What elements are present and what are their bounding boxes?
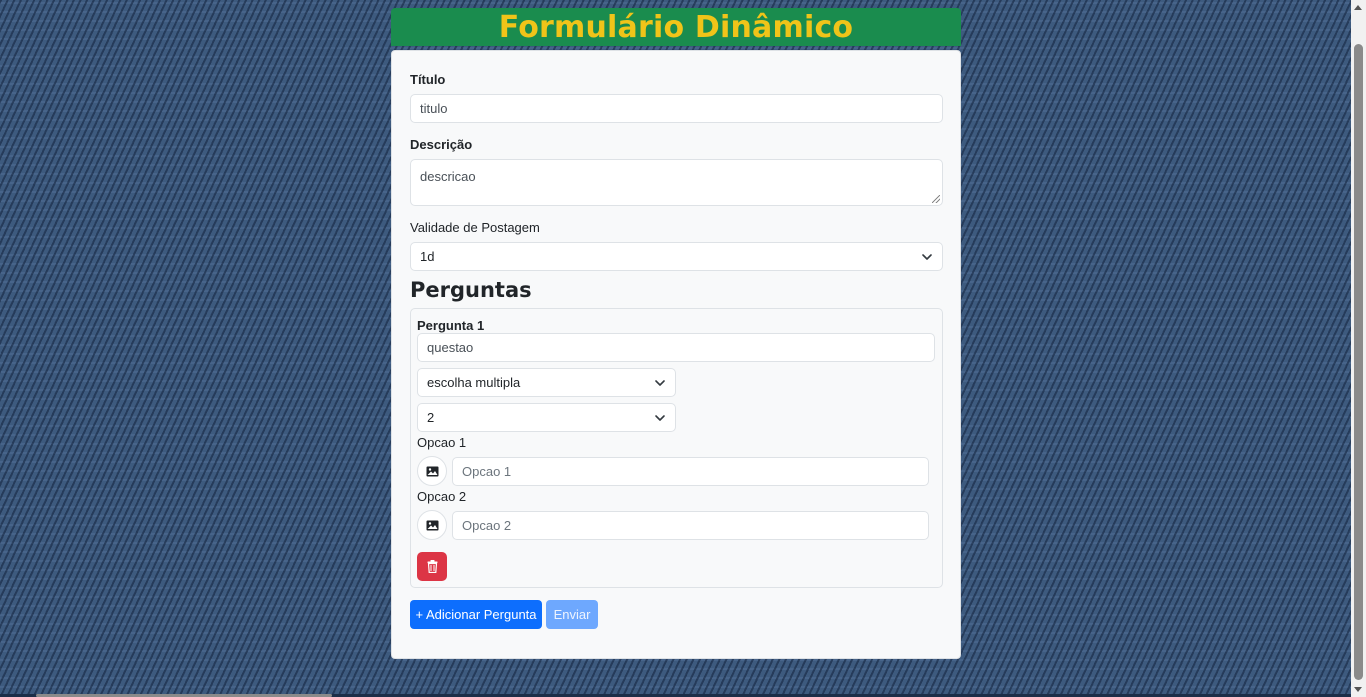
submit-button[interactable]: Enviar <box>546 600 598 629</box>
trash-icon <box>427 560 437 573</box>
description-textarea[interactable]: descricao <box>410 159 943 206</box>
chevron-down-icon <box>655 414 665 421</box>
question-text-value: questao <box>427 340 474 355</box>
scrollbar-thumb[interactable] <box>1354 44 1363 680</box>
title-input[interactable]: titulo <box>410 94 943 123</box>
option-1-image-button[interactable] <box>417 456 447 486</box>
question-type-value: escolha multipla <box>427 375 521 390</box>
page-title: Formulário Dinâmico <box>498 9 854 45</box>
title-label: Título <box>410 72 446 87</box>
option-2-input[interactable]: Opcao 2 <box>452 511 929 540</box>
questions-section-title: Perguntas <box>410 278 532 302</box>
add-question-button[interactable]: + Adicionar Pergunta <box>410 600 542 629</box>
scroll-down-arrow-icon[interactable] <box>1354 687 1362 692</box>
scroll-up-arrow-icon[interactable] <box>1354 5 1362 10</box>
question-type-select[interactable]: escolha multipla <box>417 368 676 397</box>
form-header: Formulário Dinâmico <box>391 8 961 46</box>
image-icon <box>426 520 438 530</box>
option-1-placeholder: Opcao 1 <box>462 464 512 479</box>
options-count-select[interactable]: 2 <box>417 403 676 432</box>
option-1-label: Opcao 1 <box>417 435 467 450</box>
description-value: descricao <box>420 169 476 184</box>
question-card: Pergunta 1 questao escolha multipla 2 Op… <box>410 308 943 588</box>
option-2-label: Opcao 2 <box>417 489 467 504</box>
delete-question-button[interactable] <box>417 552 447 581</box>
chevron-down-icon <box>922 253 932 260</box>
option-1-input[interactable]: Opcao 1 <box>452 457 929 486</box>
resize-handle[interactable] <box>932 195 940 203</box>
option-2-image-button[interactable] <box>417 510 447 540</box>
question-text-input[interactable]: questao <box>417 333 935 362</box>
title-input-value: titulo <box>420 101 448 116</box>
image-icon <box>426 466 438 476</box>
vertical-scrollbar[interactable] <box>1351 0 1366 697</box>
question-label: Pergunta 1 <box>417 318 485 333</box>
validity-select[interactable]: 1d <box>410 242 943 271</box>
option-2-placeholder: Opcao 2 <box>462 518 512 533</box>
form-card: Título titulo Descrição descricao Valida… <box>391 50 961 659</box>
chevron-down-icon <box>655 379 665 386</box>
options-count-value: 2 <box>427 410 435 425</box>
description-label: Descrição <box>410 137 473 152</box>
validity-select-value: 1d <box>420 249 435 264</box>
validity-label: Validade de Postagem <box>410 220 540 235</box>
